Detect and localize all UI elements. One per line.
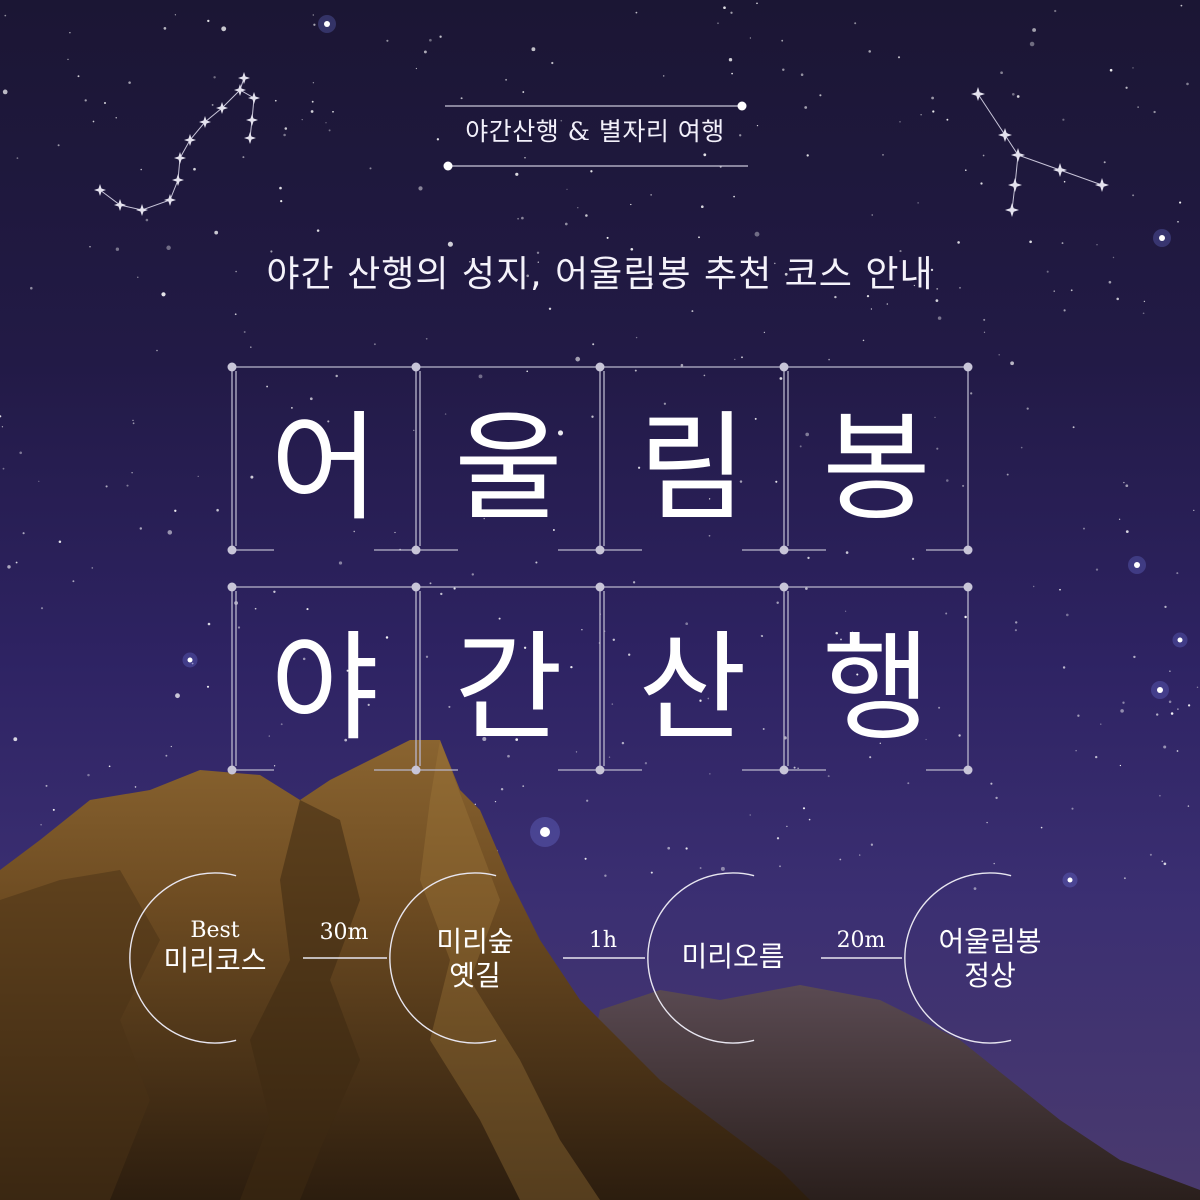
poster: 야간산행 & 별자리 여행 야간 산행의 성지, 어울림봉 추천 코스 안내 어… — [0, 0, 1200, 1200]
constellation-star-icon — [199, 116, 211, 128]
constellation-star-icon — [244, 132, 256, 144]
header-tag: 야간산행 & 별자리 여행 — [465, 117, 725, 146]
title-char: 림 — [638, 399, 747, 537]
constellation-left — [99, 77, 255, 211]
title-char: 산 — [638, 619, 747, 757]
title-char: 봉 — [822, 399, 931, 537]
constellation-star-icon — [1011, 148, 1025, 162]
title-char: 울 — [454, 399, 563, 537]
constellation-star-icon — [238, 72, 250, 84]
tag-frame-dot-right — [737, 101, 747, 111]
duration-label: 1h — [588, 928, 618, 953]
title-char: 간 — [454, 619, 563, 757]
constellation-star-icon — [174, 152, 186, 164]
constellation-star-icon — [184, 134, 196, 146]
constellation-star-icon — [998, 128, 1012, 142]
course-stop-3: 미리오름 — [681, 940, 785, 973]
constellation-star-icon — [94, 184, 106, 196]
constellation-star-icon — [114, 199, 126, 211]
constellation-star-icon — [1005, 203, 1019, 217]
subtitle: 야간 산행의 성지, 어울림봉 추천 코스 안내 — [266, 254, 934, 295]
constellation-right-stars — [971, 87, 1109, 217]
constellation-left-stars — [94, 72, 260, 216]
constellation-right — [977, 93, 1103, 211]
course-stop-4: 어울림봉 정상 — [938, 925, 1042, 992]
course-stop-2: 미리숲 옛길 — [436, 925, 514, 992]
title-char: 행 — [822, 619, 931, 757]
best-label: Best — [190, 918, 240, 943]
constellation-star-icon — [172, 174, 184, 186]
constellation-star-icon — [1095, 178, 1109, 192]
duration-label: 20m — [836, 928, 886, 953]
constellation-star-icon — [246, 114, 258, 126]
tag-frame-dot-left — [443, 161, 453, 171]
constellation-star-icon — [1053, 163, 1067, 177]
constellation-star-icon — [971, 87, 985, 101]
title-char: 어 — [270, 399, 379, 537]
duration-label: 30m — [319, 920, 369, 945]
course-stop-1: Best 미리코스 — [130, 918, 300, 978]
constellation-star-icon — [248, 92, 260, 104]
constellation-star-icon — [136, 204, 148, 216]
title-char: 야 — [270, 619, 379, 757]
stop-name: 미리코스 — [163, 944, 267, 977]
constellation-star-icon — [164, 194, 176, 206]
constellation-star-icon — [1008, 178, 1022, 192]
